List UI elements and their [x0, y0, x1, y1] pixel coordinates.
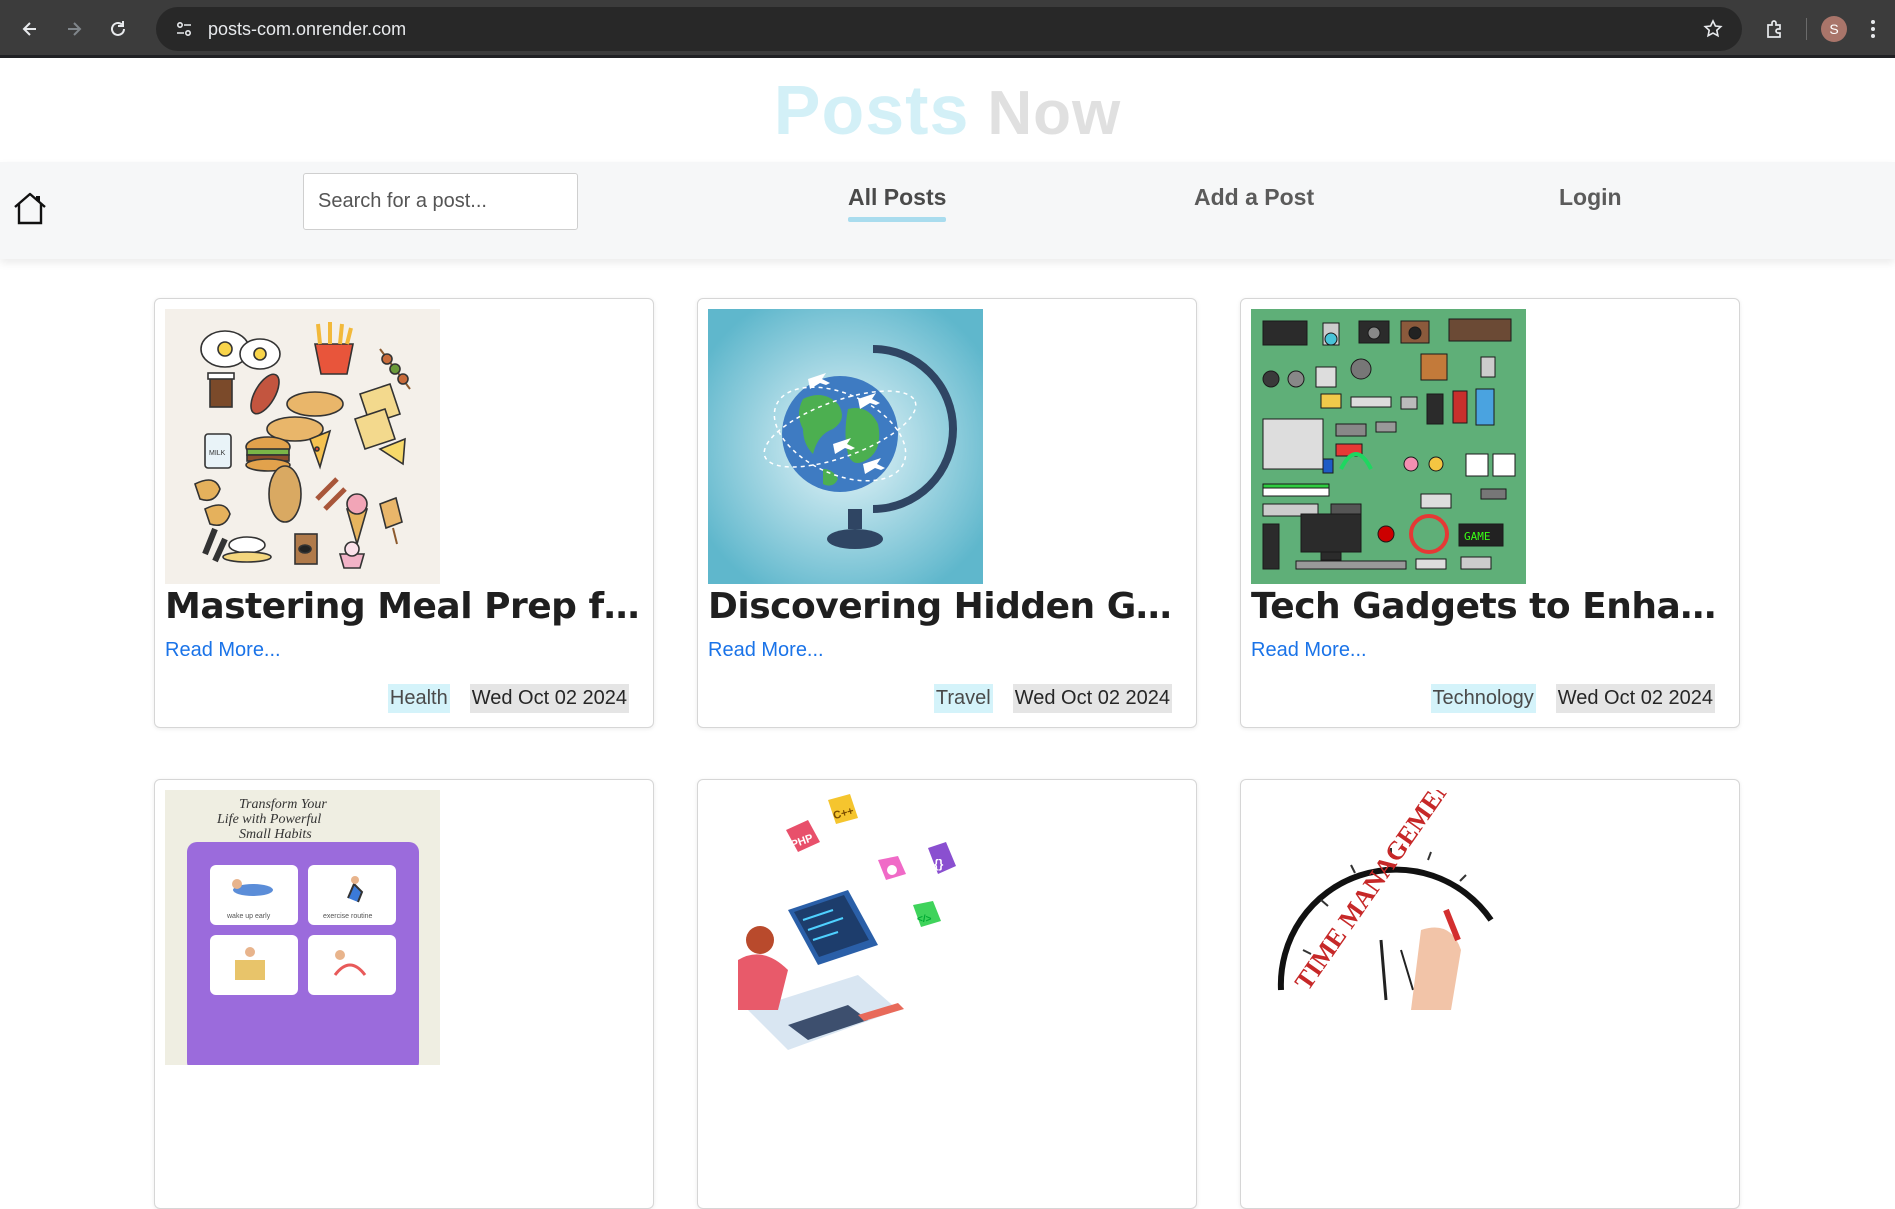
post-card[interactable]: PHP C++ {} </> [697, 779, 1197, 1209]
habits-title-line-1: Transform Your [239, 797, 327, 812]
profile-avatar[interactable]: S [1821, 16, 1847, 42]
nav-add-post[interactable]: Add a Post [1194, 184, 1314, 211]
post-image-time-management: TIME MANAGEMENT [1251, 790, 1526, 1065]
nav-all-posts[interactable]: All Posts [848, 184, 946, 222]
svg-text:GAME: GAME [1464, 530, 1491, 543]
post-date: Wed Oct 02 2024 [1555, 684, 1715, 713]
bookmark-star-icon[interactable] [1698, 14, 1728, 44]
nav-login[interactable]: Login [1559, 184, 1622, 211]
url-text[interactable]: posts-com.onrender.com [208, 19, 1698, 40]
braces-label: {} [934, 857, 944, 871]
menu-kebab-icon[interactable] [1861, 12, 1885, 46]
post-title[interactable]: Mastering Meal Prep for a H... [165, 586, 643, 627]
site-settings-icon[interactable] [170, 15, 198, 43]
post-image-food: MILK [165, 309, 440, 584]
post-meta: Technology Wed Oct 02 2024 [1430, 684, 1715, 713]
post-date: Wed Oct 02 2024 [469, 684, 629, 713]
read-more-link[interactable]: Read More... [165, 639, 643, 662]
post-title[interactable]: Tech Gadgets to Enhance Yo... [1251, 586, 1729, 627]
habit-label-2: exercise routine [323, 913, 373, 920]
brand-word-now: Now [987, 79, 1122, 148]
post-image-habits: Transform Your Life with Powerful Small … [165, 790, 440, 1065]
post-image-programming: PHP C++ {} </> [708, 790, 983, 1065]
address-bar[interactable]: posts-com.onrender.com [156, 7, 1742, 51]
site-logo[interactable]: Posts Now [774, 70, 1122, 150]
post-image-globe [708, 309, 983, 584]
read-more-link[interactable]: Read More... [1251, 639, 1729, 662]
post-card[interactable]: MILK Mastering Meal Prep for a H... Read… [154, 298, 654, 728]
read-more-link[interactable]: Read More... [708, 639, 1186, 662]
code-tag-label: </> [917, 914, 932, 925]
back-icon[interactable] [10, 9, 50, 49]
svg-text:MILK: MILK [209, 450, 226, 457]
category-badge[interactable]: Technology [1430, 684, 1536, 713]
site-header: Posts Now [0, 58, 1895, 162]
post-title[interactable]: Discovering Hidden Gems: 5 ... [708, 586, 1186, 627]
search-input[interactable] [318, 190, 583, 213]
browser-toolbar: posts-com.onrender.com S [0, 0, 1895, 58]
habits-title-line-3: Small Habits [239, 827, 312, 842]
post-meta: Travel Wed Oct 02 2024 [933, 684, 1172, 713]
post-image-gadgets: GAME [1251, 309, 1526, 584]
category-badge[interactable]: Travel [933, 684, 993, 713]
toolbar-separator [1806, 18, 1807, 40]
post-card[interactable]: Discovering Hidden Gems: 5 ... Read More… [697, 298, 1197, 728]
post-card[interactable]: Transform Your Life with Powerful Small … [154, 779, 654, 1209]
brand-word-posts: Posts [773, 71, 970, 149]
habit-label-1: wake up early [226, 913, 271, 920]
reload-icon[interactable] [98, 9, 138, 49]
post-card[interactable]: TIME MANAGEMENT [1240, 779, 1740, 1209]
post-date: Wed Oct 02 2024 [1012, 684, 1172, 713]
extensions-icon[interactable] [1758, 12, 1792, 46]
main-navbar: All Posts Add a Post Login [0, 162, 1895, 259]
post-card[interactable]: GAME Tech Gadgets to Enhance Yo... Read … [1240, 298, 1740, 728]
post-meta: Health Wed Oct 02 2024 [387, 684, 629, 713]
home-icon[interactable] [12, 190, 48, 226]
search-box [303, 173, 583, 230]
category-badge[interactable]: Health [387, 684, 450, 713]
forward-icon[interactable] [54, 9, 94, 49]
habits-title-line-2: Life with Powerful [216, 812, 321, 827]
